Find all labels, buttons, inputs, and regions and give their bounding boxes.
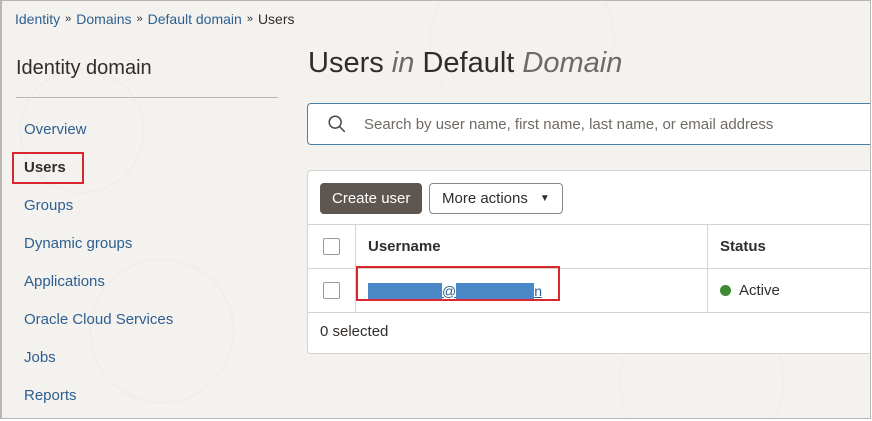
more-actions-button[interactable]: More actions ▼ [429,183,563,214]
redacted-text [368,282,442,299]
users-table: Username Status @ n Active [308,224,870,313]
breadcrumb-identity[interactable]: Identity [15,11,60,27]
status-active-icon [720,285,731,296]
page-title: Users in Default Domain [308,47,622,80]
table-header-row: Username Status [308,224,870,268]
chevron-down-icon: ▼ [539,193,550,204]
selected-count: 0 selected [320,323,389,340]
select-all-cell [308,225,356,268]
status-badge: Active [739,282,780,299]
page-title-users: Users [308,47,384,79]
row-checkbox[interactable] [323,282,340,299]
column-header-username[interactable]: Username [356,225,708,268]
breadcrumb-domains[interactable]: Domains [76,11,131,27]
username-cell: @ n [356,269,708,312]
page-title-default: Default [422,47,515,79]
page-title-in: in [391,47,415,79]
breadcrumb-separator: » [136,13,143,25]
more-actions-label: More actions [442,190,528,207]
search-input[interactable] [362,114,866,134]
sidebar-item-groups[interactable]: Groups [12,187,173,225]
redacted-text [456,282,535,299]
username-link[interactable]: @ n [368,282,543,299]
sidebar-item-users[interactable]: Users [12,149,173,187]
search-box[interactable] [307,103,870,145]
sidebar-item-reports[interactable]: Reports [12,377,173,415]
username-tail: n [534,282,543,299]
sidebar-item-overview[interactable]: Overview [12,111,173,149]
breadcrumb: Identity » Domains » Default domain » Us… [15,11,295,27]
sidebar-divider [16,97,278,98]
users-panel: Create user More actions ▼ Username Stat… [307,170,870,354]
sidebar-item-dynamic-groups[interactable]: Dynamic groups [12,225,173,263]
sidebar-item-applications[interactable]: Applications [12,263,173,301]
select-all-checkbox[interactable] [323,238,340,255]
sidebar-title: Identity domain [16,57,152,79]
username-at: @ [442,282,457,299]
status-cell: Active [708,269,870,312]
page-title-domain: Domain [522,47,623,79]
breadcrumb-separator: » [246,13,253,25]
sidebar-item-oracle-cloud-services[interactable]: Oracle Cloud Services [12,301,173,339]
table-row: @ n Active [308,268,870,313]
breadcrumb-separator: » [65,13,72,25]
column-header-status[interactable]: Status [708,225,870,268]
breadcrumb-default-domain[interactable]: Default domain [148,11,242,27]
breadcrumb-current: Users [257,11,295,27]
search-icon [328,115,346,133]
create-user-button[interactable]: Create user [320,183,423,214]
console-frame: Identity » Domains » Default domain » Us… [0,0,871,419]
sidebar-item-jobs[interactable]: Jobs [12,339,173,377]
sidebar-nav: Overview Users Groups Dynamic groups App… [12,111,173,415]
row-select-cell [308,269,356,312]
